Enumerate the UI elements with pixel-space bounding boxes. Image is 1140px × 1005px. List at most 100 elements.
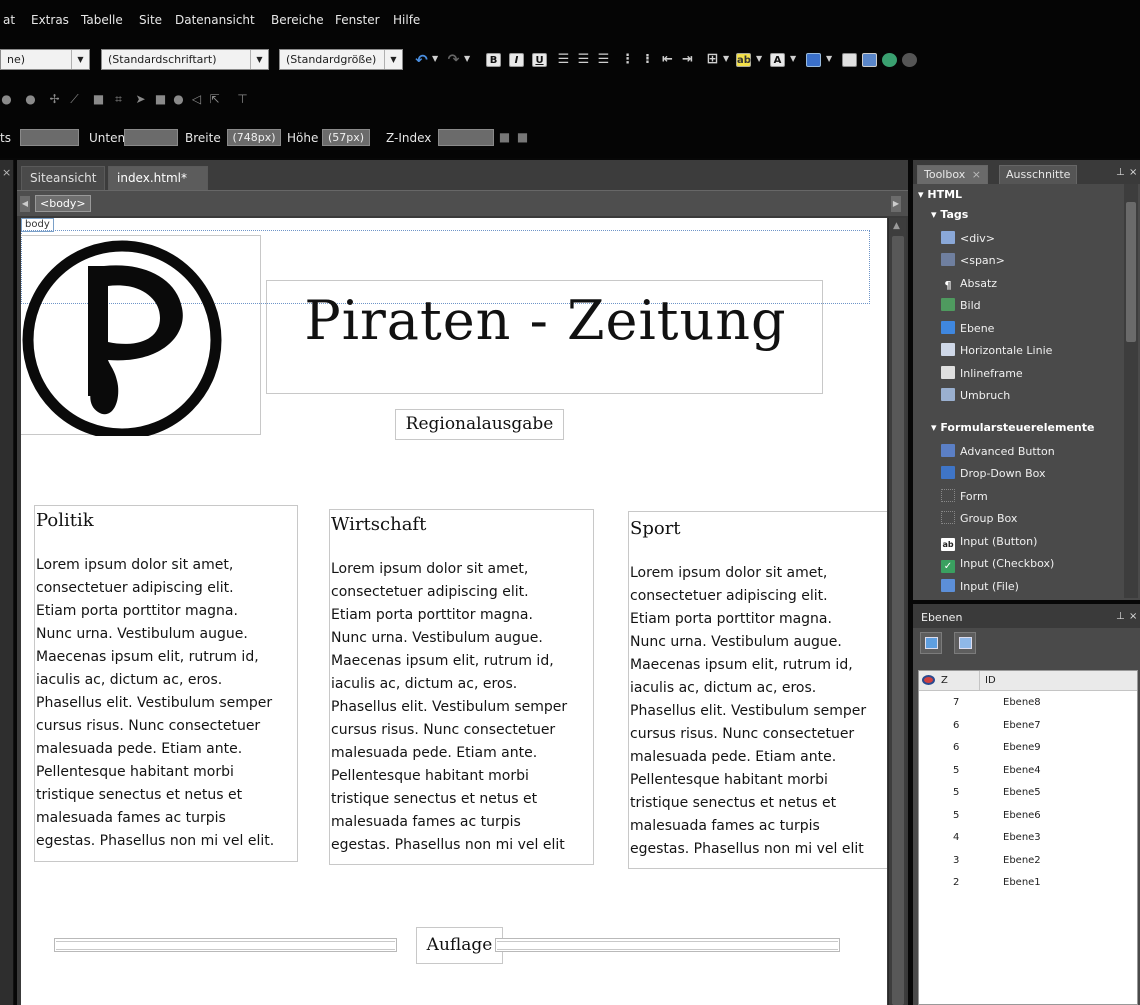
column-header-z[interactable]: Z	[941, 675, 948, 686]
toolbox-group-html[interactable]: ▾ HTML	[918, 188, 962, 201]
ellipse-tool-icon[interactable]: ●	[0, 93, 13, 106]
toolbox-item-group-box[interactable]: Group Box	[941, 509, 1017, 529]
menu-datenansicht[interactable]: Datenansicht	[175, 13, 255, 27]
rectangle-tool-icon[interactable]: ■	[154, 93, 167, 106]
table-row[interactable]: 7 Ebene8	[919, 693, 1137, 715]
unten-field[interactable]	[124, 129, 178, 146]
close-icon[interactable]: ×	[1129, 167, 1137, 178]
eye-icon[interactable]	[922, 675, 935, 685]
table-row[interactable]: 5 Ebene6	[919, 806, 1137, 828]
chevron-down-icon[interactable]: ▼	[723, 54, 729, 63]
hoehe-field[interactable]: (57px)	[322, 129, 370, 146]
new-layer-button[interactable]	[920, 632, 942, 654]
tab-index-html[interactable]: index.html* ×	[108, 166, 208, 208]
chevron-down-icon[interactable]: ▼	[464, 54, 470, 63]
underline-button[interactable]: U	[532, 53, 547, 67]
chevron-down-icon[interactable]: ▼	[826, 54, 832, 63]
table-row[interactable]: 3 Ebene2	[919, 851, 1137, 873]
column-politik[interactable]: Politik Lorem ipsum dolor sit amet, cons…	[34, 505, 298, 862]
toolbox-item-advanced-button[interactable]: Advanced Button	[941, 442, 1055, 462]
table-row[interactable]: 6 Ebene9	[919, 738, 1137, 760]
title-layer[interactable]: Piraten - Zeitung	[266, 280, 823, 394]
scroll-up-icon[interactable]: ▲	[893, 221, 900, 231]
table-row[interactable]: 6 Ebene7	[919, 716, 1137, 738]
menu-hilfe[interactable]: Hilfe	[393, 13, 420, 27]
layout-icon[interactable]	[806, 53, 821, 67]
table-row[interactable]: 2 Ebene1	[919, 873, 1137, 895]
tab-ausschnitte[interactable]: Ausschnitte	[999, 165, 1078, 184]
toolbox-item-inlineframe[interactable]: Inlineframe	[941, 364, 1023, 384]
bring-forward-icon[interactable]: ■	[498, 131, 511, 144]
line-tool-icon[interactable]: ⟋	[68, 93, 81, 106]
toolbox-item-span[interactable]: <span>	[941, 251, 1005, 271]
form-icon[interactable]	[842, 53, 857, 67]
people-icon[interactable]	[882, 53, 897, 67]
indent-icon[interactable]: ⇥	[680, 53, 695, 67]
pin-icon[interactable]: ⊥	[1116, 611, 1125, 622]
toolbox-item-bild[interactable]: Bild	[941, 296, 981, 316]
column-wirtschaft[interactable]: Wirtschaft Lorem ipsum dolor sit amet, c…	[329, 509, 594, 865]
vertical-scrollbar[interactable]: ▲	[888, 218, 906, 1005]
font-color-icon[interactable]: A	[770, 53, 785, 67]
italic-button[interactable]: I	[509, 53, 524, 67]
crop-icon[interactable]: ⌗	[112, 93, 125, 106]
scrollbar-thumb[interactable]	[1126, 202, 1136, 342]
menu-format[interactable]: at	[3, 13, 15, 27]
logo-layer[interactable]	[21, 235, 261, 440]
toolbox-item-input-file[interactable]: Input (File)	[941, 577, 1019, 597]
edit-layer-button[interactable]	[954, 632, 976, 654]
toolbox-item-umbruch[interactable]: Umbruch	[941, 386, 1010, 406]
table-row[interactable]: 5 Ebene4	[919, 761, 1137, 783]
align-right-icon[interactable]: ☰	[596, 53, 611, 67]
toolbox-item-absatz[interactable]: ¶ Absatz	[941, 274, 998, 294]
column-header-id[interactable]: ID	[985, 675, 996, 686]
design-canvas[interactable]: body Piraten - Zeitung Regionalausgabe P…	[21, 218, 887, 1005]
horizontal-rule-right[interactable]	[495, 938, 840, 952]
redo-icon[interactable]: ↷	[446, 53, 461, 67]
tab-siteansicht[interactable]: Siteansicht	[21, 166, 105, 190]
scrollbar-thumb[interactable]	[892, 236, 904, 1005]
toolbox-item-form[interactable]: Form	[941, 487, 988, 507]
element-combo[interactable]: ne) ▼	[0, 49, 90, 70]
zindex-field[interactable]	[438, 129, 494, 146]
align-left-icon[interactable]: ☰	[556, 53, 571, 67]
toolbox-item-input-button[interactable]: ab Input (Button)	[941, 532, 1037, 552]
layer-tool-icon[interactable]: ⊤	[236, 93, 249, 106]
pin-icon[interactable]: ⊥	[1116, 167, 1125, 178]
table-icon[interactable]: ⊞	[705, 52, 720, 67]
rectangle-tool-icon[interactable]: ■	[92, 93, 105, 106]
select-tool-icon[interactable]: ⇱	[208, 93, 221, 106]
breadcrumb-body-tag[interactable]: <body>	[35, 195, 91, 212]
toolbox-item-ebene[interactable]: Ebene	[941, 319, 994, 339]
bullet-list-icon[interactable]: ⁝	[640, 53, 655, 67]
chevron-down-icon[interactable]: ▼	[790, 54, 796, 63]
toolbox-group-tags[interactable]: ▾ Tags	[931, 208, 968, 221]
close-icon[interactable]: ×	[972, 168, 981, 181]
horizontal-rule-left[interactable]	[54, 938, 397, 952]
column-separator[interactable]	[979, 671, 980, 690]
align-center-icon[interactable]: ☰	[576, 53, 591, 67]
menu-bereiche[interactable]: Bereiche	[271, 13, 324, 27]
toolbox-item-horizontale-linie[interactable]: Horizontale Linie	[941, 341, 1052, 361]
close-icon[interactable]: ×	[2, 166, 11, 179]
toolbox-scrollbar[interactable]	[1124, 184, 1138, 598]
toolbox-item-drop-down-box[interactable]: Drop-Down Box	[941, 464, 1046, 484]
subtitle-layer[interactable]: Regionalausgabe	[395, 409, 564, 440]
outdent-icon[interactable]: ⇤	[660, 53, 675, 67]
polygon-tool-icon[interactable]: ◁	[190, 93, 203, 106]
scroll-right-icon[interactable]: ▶	[891, 196, 901, 212]
top-field[interactable]	[20, 129, 79, 146]
menu-tabelle[interactable]: Tabelle	[81, 13, 123, 27]
left-panel-edge[interactable]: ×	[0, 160, 14, 1005]
send-backward-icon[interactable]: ■	[516, 131, 529, 144]
chevron-down-icon[interactable]: ▼	[432, 54, 438, 63]
size-combo[interactable]: (Standardgröße) ▼	[279, 49, 403, 70]
tab-toolbox[interactable]: Toolbox ×	[917, 165, 988, 184]
column-sport[interactable]: Sport Lorem ipsum dolor sit amet, consec…	[628, 511, 887, 869]
image-icon[interactable]	[862, 53, 877, 67]
ellipse-tool-icon[interactable]: ●	[24, 93, 37, 106]
table-row[interactable]: 5 Ebene5	[919, 783, 1137, 805]
toolbox-item-input-checkbox[interactable]: ✓ Input (Checkbox)	[941, 554, 1054, 574]
toolbox-item-div[interactable]: <div>	[941, 229, 995, 249]
breite-field[interactable]: (748px)	[227, 129, 281, 146]
